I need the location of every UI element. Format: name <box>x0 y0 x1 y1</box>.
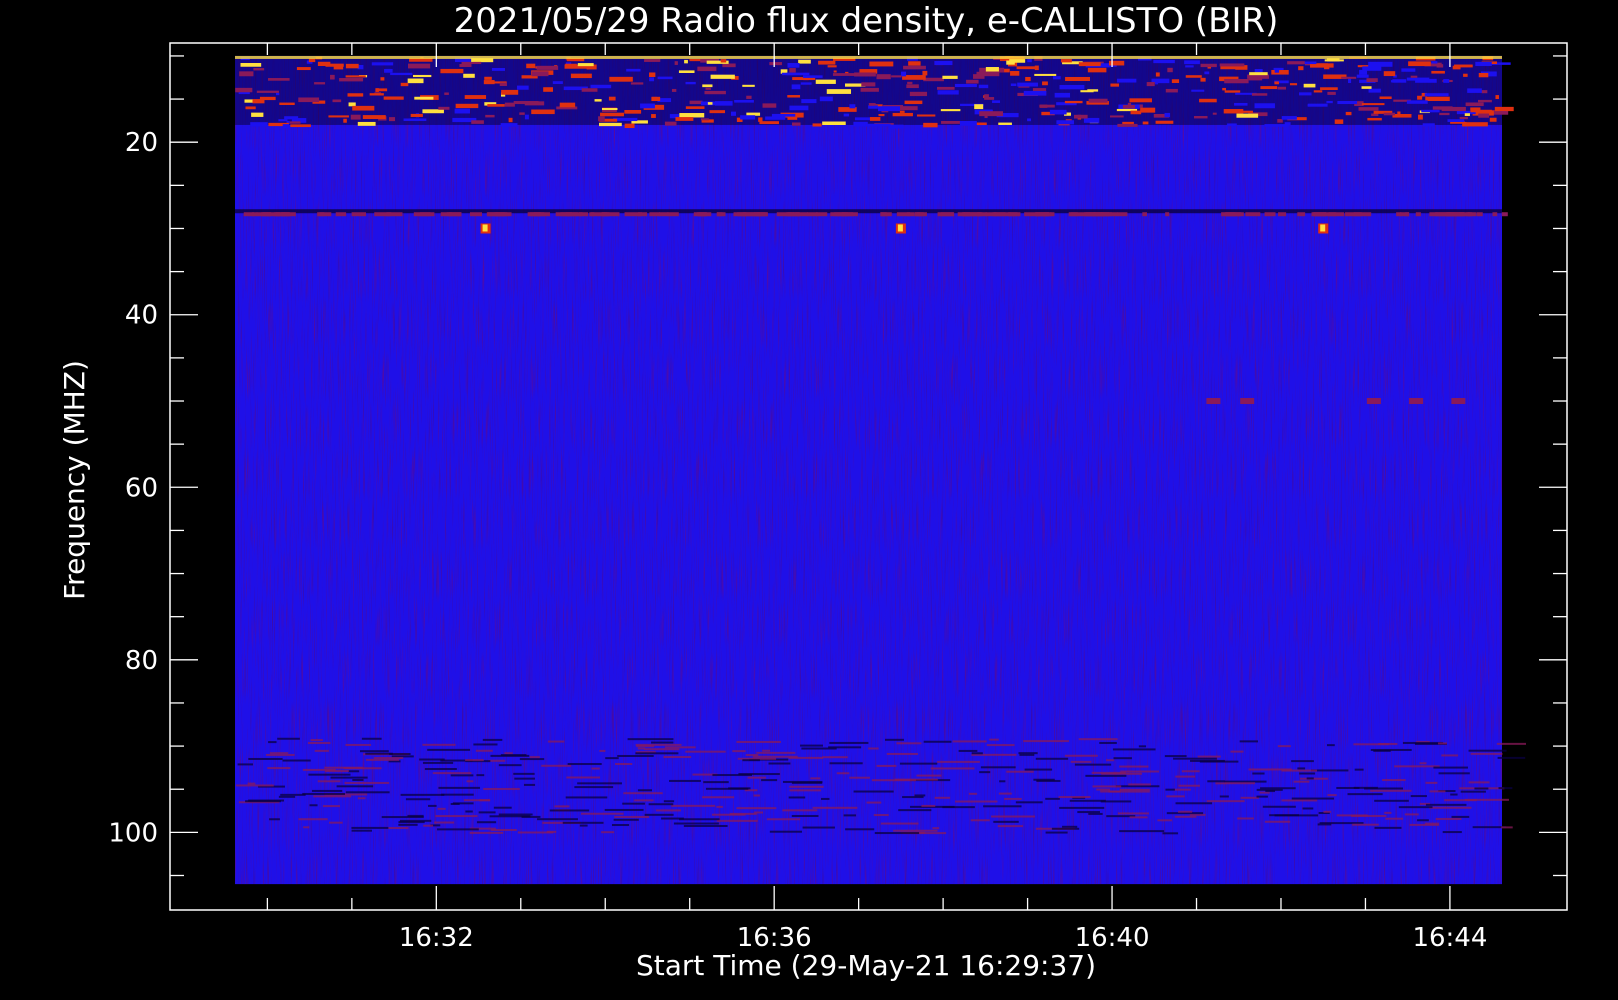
spectrogram-feature-2 <box>480 223 491 234</box>
y-tick-label: 100 <box>108 818 158 848</box>
y-tick-label: 60 <box>125 473 158 503</box>
y-tick-label: 20 <box>125 128 158 158</box>
plot-area: 20406080100 16:32 16:36 16:40 16:44 <box>108 42 1568 953</box>
x-tick-label: 16:32 <box>399 923 474 953</box>
spectrogram-feature-3 <box>895 223 906 234</box>
spectrogram-image <box>235 55 1527 885</box>
x-axis-label: Start Time (29-May-21 16:29:37) <box>636 949 1096 982</box>
x-tick-label: 16:44 <box>1412 923 1487 953</box>
chart-title: 2021/05/29 Radio flux density, e-CALLIST… <box>454 1 1279 41</box>
spectrogram-feature-4 <box>1318 223 1329 234</box>
y-axis-label: Frequency (MHZ) <box>58 360 91 600</box>
y-tick-label: 40 <box>125 301 158 331</box>
spectrogram-feature-0 <box>235 55 1514 129</box>
spectrogram-chart: 2021/05/29 Radio flux density, e-CALLIST… <box>58 1 1568 982</box>
y-tick-label: 80 <box>125 646 158 676</box>
